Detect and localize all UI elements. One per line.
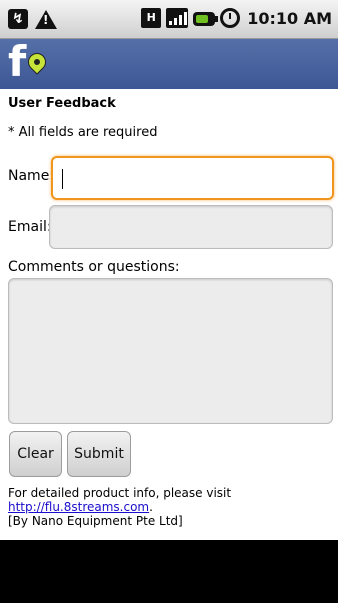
name-field[interactable] (51, 156, 334, 200)
page-title: User Feedback (8, 96, 116, 111)
required-note: * All fields are required (8, 125, 158, 140)
signal-icon (166, 8, 189, 28)
name-label: Name: (8, 168, 55, 184)
logo-letter: f (8, 37, 27, 86)
usb-icon: ↯ (8, 9, 28, 29)
app-logo: f (8, 37, 52, 86)
submit-button[interactable]: Submit (67, 431, 131, 477)
clear-button[interactable]: Clear (9, 431, 62, 477)
warning-icon: ! (35, 9, 57, 29)
footer-link-line: http://flu.8streams.com. (8, 500, 231, 514)
text-caret (62, 169, 63, 189)
status-time: 10:10 AM (247, 8, 332, 28)
footer-info-text: For detailed product info, please visit (8, 486, 232, 500)
battery-icon (193, 12, 219, 26)
email-label: Email: (8, 219, 52, 235)
email-field[interactable] (49, 205, 333, 249)
status-left-icons: ↯ ! (8, 9, 57, 29)
company-credit: [By Nano Equipment Pte Ltd] (8, 514, 183, 528)
bottom-blank-area (0, 540, 338, 603)
product-info-link[interactable]: http://flu.8streams.com (8, 500, 149, 514)
status-bar: ↯ ! H 10:10 AM (0, 0, 338, 39)
status-right-icons: H 10:10 AM (141, 8, 332, 28)
footer-info: For detailed product info, please visit … (8, 486, 231, 528)
map-pin-icon (24, 49, 50, 75)
app-header: f (0, 37, 338, 89)
hsdpa-icon: H (141, 8, 162, 28)
comments-label: Comments or questions: (8, 259, 180, 275)
alarm-icon (220, 8, 241, 28)
link-suffix: . (149, 500, 153, 514)
comments-textarea[interactable] (8, 278, 333, 424)
